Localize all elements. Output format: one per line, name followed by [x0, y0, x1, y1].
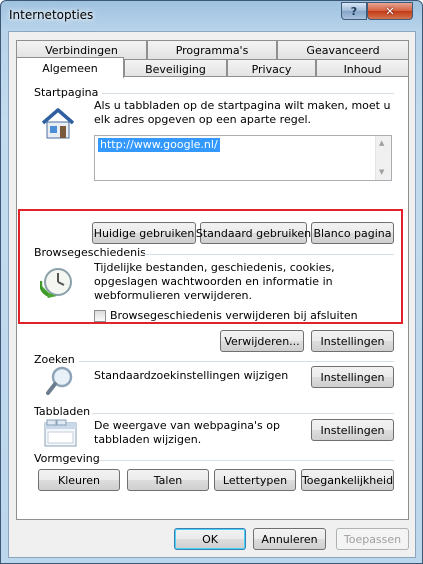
use-blank-button[interactable]: Blanco pagina — [311, 222, 394, 244]
fonts-button[interactable]: Lettertypen — [214, 469, 296, 491]
close-button[interactable]: ✕ — [367, 2, 413, 20]
tab-programmas[interactable]: Programma's — [147, 40, 277, 59]
delete-on-exit-checkbox[interactable] — [94, 310, 106, 322]
tabbladen-description: De weergave van webpagina's op tabbladen… — [94, 419, 280, 446]
divider — [144, 254, 394, 255]
homepage-url-textarea[interactable]: http://www.google.nl/ ▲ ▼ — [94, 135, 392, 181]
tabbed-window-icon — [44, 419, 77, 447]
divider — [92, 413, 394, 414]
tab-label: Programma's — [175, 43, 249, 57]
group-title-startpagina: Startpagina — [34, 86, 99, 99]
help-icon: ? — [350, 4, 358, 18]
accessibility-button[interactable]: Toegankelijkheid — [301, 469, 394, 491]
apply-button[interactable]: Toepassen — [336, 528, 409, 550]
ok-button[interactable]: OK — [174, 528, 246, 550]
window-title: Internetopties — [9, 8, 94, 22]
history-settings-button[interactable]: Instellingen — [311, 330, 394, 352]
startpagina-description: Als u tabbladen op de startpagina wilt m… — [94, 99, 391, 126]
cancel-button[interactable]: Annuleren — [253, 528, 326, 550]
house-icon — [41, 108, 75, 139]
group-title-browsegeschiedenis: Browsegeschiedenis — [34, 246, 146, 259]
tab-label: Verbindingen — [45, 43, 118, 57]
search-settings-button[interactable]: Instellingen — [311, 366, 394, 388]
divider — [99, 460, 394, 461]
divider — [79, 361, 394, 362]
tab-panel-algemeen: Startpagina Als u tabbladen op de startp… — [16, 76, 409, 520]
tab-label: Beveiliging — [145, 62, 206, 76]
tab-label: Inhoud — [343, 62, 382, 76]
group-title-vormgeving: Vormgeving — [34, 452, 100, 465]
clock-icon — [40, 268, 72, 298]
tab-label: Privacy — [251, 62, 292, 76]
group-title-tabbladen: Tabbladen — [34, 405, 91, 418]
homepage-url-text: http://www.google.nl/ — [98, 138, 220, 152]
colors-button[interactable]: Kleuren — [38, 469, 120, 491]
internet-options-dialog: Internetopties ? ✕ Verbindingen Programm… — [0, 0, 423, 564]
tab-geavanceerd[interactable]: Geavanceerd — [277, 40, 409, 59]
help-button[interactable]: ? — [341, 2, 367, 20]
tabs-settings-button[interactable]: Instellingen — [311, 419, 394, 441]
use-default-button[interactable]: Standaard gebruiken — [196, 222, 311, 244]
magnifier-icon — [46, 366, 73, 395]
title-bar[interactable]: Internetopties ? ✕ — [1, 1, 422, 31]
tab-label: Algemeen — [42, 61, 98, 75]
textarea-scrollbar[interactable]: ▲ ▼ — [375, 136, 391, 180]
divider — [102, 93, 394, 94]
delete-on-exit-label[interactable]: Browsegeschiedenis verwijderen bij afslu… — [110, 309, 358, 323]
scroll-down-icon: ▼ — [379, 168, 385, 176]
browsegeschiedenis-description: Tijdelijke bestanden, geschiedenis, cook… — [94, 261, 335, 302]
close-icon: ✕ — [385, 4, 395, 18]
languages-button[interactable]: Talen — [127, 469, 209, 491]
tab-label: Geavanceerd — [306, 43, 380, 57]
dialog-client-area: Verbindingen Programma's Geavanceerd Alg… — [8, 31, 416, 558]
scroll-up-icon: ▲ — [379, 139, 385, 147]
delete-history-button[interactable]: Verwijderen... — [220, 330, 304, 352]
zoeken-description: Standaardzoekinstellingen wijzigen — [94, 369, 289, 382]
use-current-button[interactable]: Huidige gebruiken — [92, 222, 196, 244]
tab-algemeen[interactable]: Algemeen — [16, 57, 124, 78]
